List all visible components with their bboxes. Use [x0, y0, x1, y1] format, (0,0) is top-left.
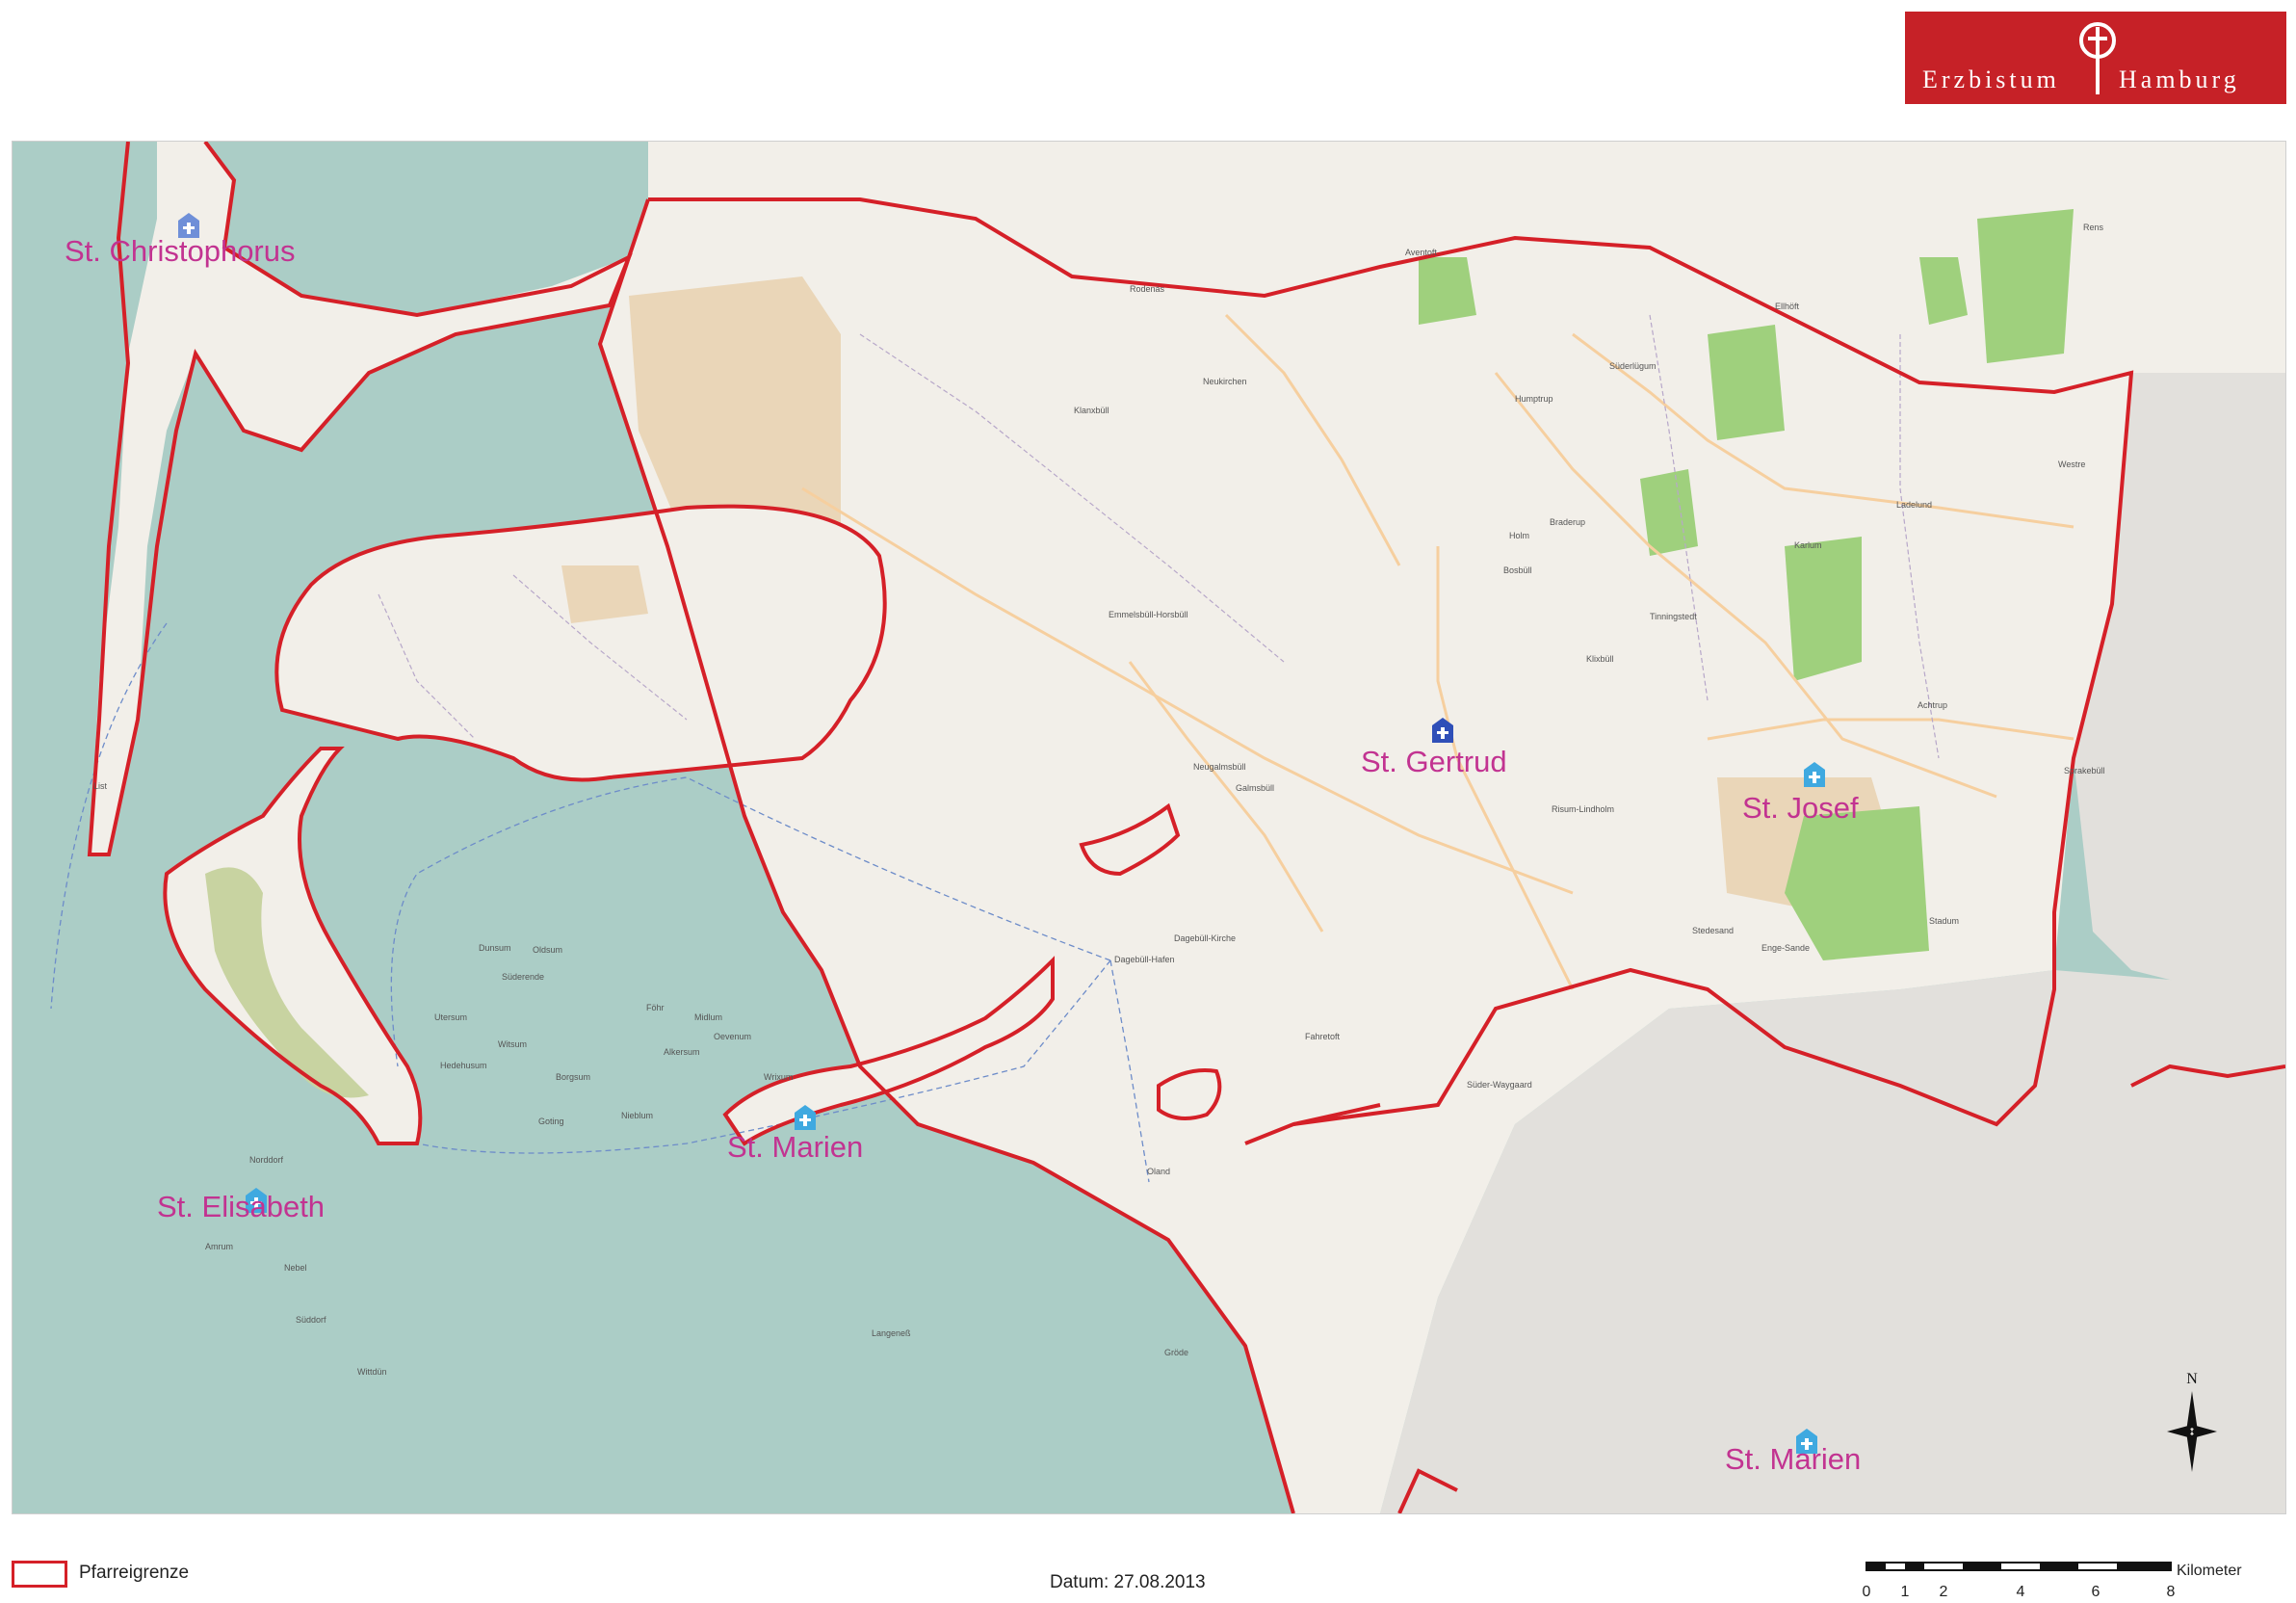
- place-label: Dagebüll-Kirche: [1174, 933, 1237, 943]
- place-label: Enge-Sande: [1761, 943, 1811, 953]
- place-label: Dunsum: [479, 943, 511, 953]
- place-label: Alkersum: [664, 1047, 700, 1057]
- place-label: Ellhöft: [1775, 302, 1800, 311]
- place-label: Oevenum: [714, 1032, 752, 1041]
- cross-ring-icon: [2079, 22, 2116, 94]
- place-label: Humptrup: [1515, 394, 1553, 404]
- place-label: Norddorf: [249, 1155, 284, 1165]
- place-label: Süddorf: [296, 1315, 326, 1325]
- place-label: Utersum: [434, 1012, 468, 1022]
- amrum-island: [165, 749, 421, 1143]
- legend-label: Pfarreigrenze: [79, 1563, 190, 1583]
- scale-tick: 1: [1900, 1584, 1910, 1600]
- place-label: Tinningstedt: [1650, 612, 1697, 621]
- place-label: Nebel: [284, 1263, 307, 1273]
- foehr-island: [276, 506, 885, 780]
- forest-4: [1977, 209, 2074, 363]
- place-label: Holm: [1509, 531, 1530, 540]
- church-icon-marien-foehr[interactable]: [791, 1103, 820, 1132]
- scale-bar: 0 1 2 4 6 8: [1862, 1559, 2176, 1603]
- place-label: Süderende: [502, 972, 545, 982]
- forest-5: [1419, 257, 1476, 325]
- place-label: Bosbüll: [1503, 565, 1532, 575]
- forest-1: [1708, 325, 1785, 440]
- place-label: Achtrup: [1918, 700, 1948, 710]
- north-label: N: [2186, 1371, 2198, 1387]
- place-label: Nieblum: [621, 1111, 654, 1120]
- scale-tick: 0: [1862, 1584, 1871, 1600]
- place-label: Wrixum: [764, 1072, 794, 1082]
- logo-text-right: Hamburg: [2119, 66, 2240, 93]
- place-label: Neugalmsbüll: [1193, 762, 1246, 772]
- parish-label-marien-foehr: St. Marien: [727, 1130, 864, 1164]
- place-label: Langeneß: [872, 1328, 911, 1338]
- place-label: Klixbüll: [1586, 654, 1614, 664]
- place-label: Emmelsbüll-Horsbüll: [1109, 610, 1188, 619]
- parish-label-christophorus: St. Christophorus: [65, 234, 296, 268]
- place-label: Galmsbüll: [1236, 783, 1275, 793]
- place-label: Stadum: [1929, 916, 1960, 926]
- forest-6: [1640, 469, 1698, 556]
- scale-tick: 8: [2166, 1584, 2176, 1600]
- place-label: Risum-Lindholm: [1552, 804, 1615, 814]
- place-label: Rodenäs: [1130, 284, 1165, 294]
- place-label: Oldsum: [533, 945, 563, 955]
- church-icon-gertrud[interactable]: [1428, 716, 1457, 745]
- place-label: Amrum: [205, 1242, 233, 1251]
- date-label: Datum: 27.08.2013: [1050, 1572, 1206, 1592]
- scale-bar-graphic: [1866, 1562, 2172, 1571]
- place-label: Goting: [538, 1117, 564, 1126]
- parish-label-gertrud: St. Gertrud: [1361, 745, 1507, 778]
- place-label: Braderup: [1550, 517, 1586, 527]
- parish-label-josef: St. Josef: [1742, 791, 1859, 825]
- foehr-farmland: [561, 565, 648, 623]
- place-label: Rens: [2083, 223, 2104, 232]
- church-icon-josef[interactable]: [1800, 760, 1829, 789]
- logo-text-left: Erzbistum: [1922, 66, 2060, 93]
- place-label: Wittdün: [357, 1367, 387, 1377]
- place-label: Dagebüll-Hafen: [1114, 955, 1175, 964]
- erzbistum-hamburg-logo: Erzbistum Hamburg: [1905, 12, 2286, 104]
- scale-tick: 2: [1939, 1584, 1948, 1600]
- place-label: Fahretoft: [1305, 1032, 1341, 1041]
- place-label: Karlum: [1794, 540, 1822, 550]
- scale-unit-label: Kilometer: [2177, 1563, 2242, 1579]
- place-label: Süderlügum: [1609, 361, 1657, 371]
- place-label: Ladelund: [1896, 500, 1933, 510]
- place-label: Sprakebüll: [2064, 766, 2105, 775]
- scale-tick: 6: [2091, 1584, 2100, 1600]
- place-label: Westre: [2058, 460, 2086, 469]
- parish-label-elisabeth: St. Elisabeth: [157, 1190, 326, 1223]
- place-label: Süder-Waygaard: [1467, 1080, 1532, 1090]
- place-label: Neukirchen: [1203, 377, 1247, 386]
- place-label: Stedesand: [1692, 926, 1735, 935]
- place-label: Witsum: [498, 1039, 527, 1049]
- place-label: Föhr: [646, 1003, 665, 1012]
- place-label: Borgsum: [556, 1072, 591, 1082]
- forest-2: [1785, 537, 1862, 681]
- place-label: Hedehusum: [440, 1061, 487, 1070]
- place-label: List: [93, 781, 108, 791]
- parish-label-marien-south: St. Marien: [1725, 1442, 1862, 1476]
- place-label: Klanxbüll: [1074, 406, 1109, 415]
- parish-map[interactable]: St. Christophorus St. Gertrud St. Josef …: [12, 141, 2286, 1514]
- legend-swatch-boundary: [12, 1561, 67, 1588]
- scale-tick: 4: [2016, 1584, 2025, 1600]
- place-label: Gröde: [1164, 1348, 1189, 1357]
- north-arrow-icon: N: [2167, 1371, 2217, 1472]
- place-label: Oland: [1147, 1167, 1171, 1176]
- place-label: Midlum: [694, 1012, 723, 1022]
- place-label: Aventoft: [1405, 248, 1437, 257]
